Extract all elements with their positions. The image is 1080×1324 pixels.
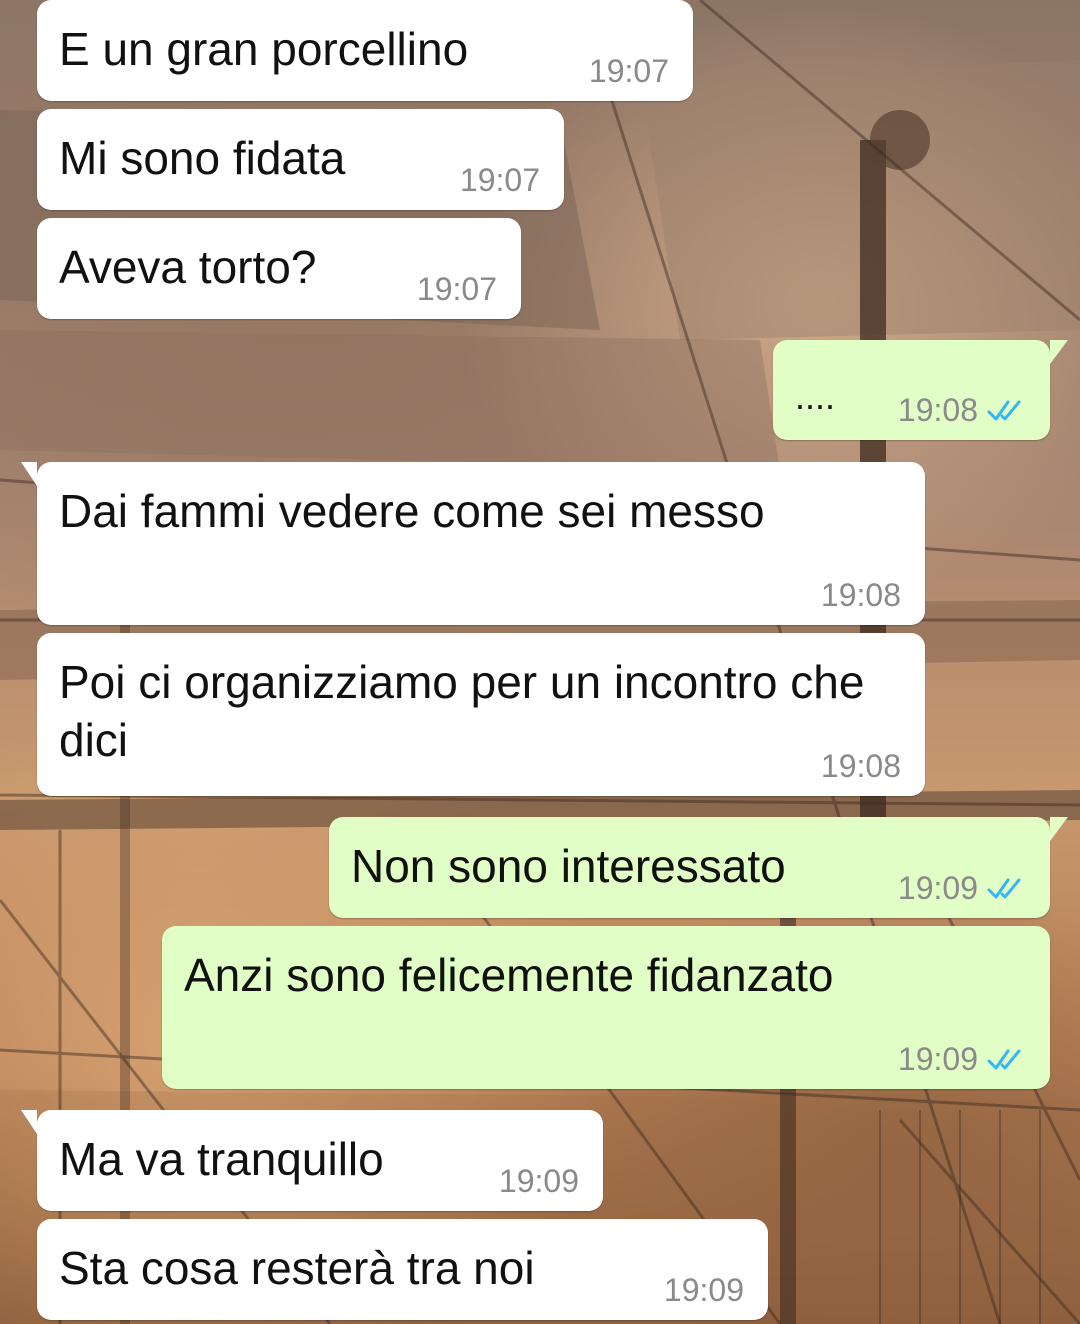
message-bubble-incoming[interactable]: E un gran porcellino 19:07 <box>37 0 693 101</box>
message-text: Anzi sono felicemente fidanzato <box>184 949 834 1001</box>
message-time: 19:07 <box>416 271 497 307</box>
double-check-icon <box>987 400 1021 421</box>
message-meta: 19:08 <box>821 748 901 784</box>
message-text: E un gran porcellino <box>59 23 469 75</box>
message-meta: 19:07 <box>589 53 669 89</box>
message-meta: 19:09 <box>499 1163 579 1199</box>
message-time: 19:07 <box>459 162 540 198</box>
message-time: 19:08 <box>897 392 978 428</box>
message-time: 19:08 <box>820 577 901 613</box>
message-bubble-outgoing[interactable]: Non sono interessato 19:09 <box>329 817 1068 918</box>
message-text: Sta cosa resterà tra noi <box>59 1242 535 1294</box>
message-bubble-incoming[interactable]: Mi sono fidata 19:07 <box>37 109 564 210</box>
message-time: 19:09 <box>663 1272 744 1308</box>
message-meta: 19:09 <box>898 1041 1026 1077</box>
message-time: 19:09 <box>897 1041 978 1077</box>
message-time: 19:09 <box>897 870 978 906</box>
message-meta: 19:08 <box>821 577 901 613</box>
message-bubble-incoming[interactable]: Sta cosa resterà tra noi 19:09 <box>37 1219 768 1320</box>
message-meta: 19:07 <box>417 271 497 307</box>
message-bubble-incoming[interactable]: Aveva torto? 19:07 <box>37 218 521 319</box>
message-bubble-incoming[interactable]: Dai fammi vedere come sei messo 19:08 <box>21 462 925 625</box>
message-time: 19:07 <box>588 53 669 89</box>
message-time: 19:08 <box>820 748 901 784</box>
message-meta: 19:09 <box>898 870 1026 906</box>
message-bubble-outgoing[interactable]: .... 19:08 <box>773 340 1068 440</box>
message-meta: 19:09 <box>664 1272 744 1308</box>
message-bubble-outgoing[interactable]: Anzi sono felicemente fidanzato 19:09 <box>162 926 1050 1089</box>
message-time: 19:09 <box>498 1163 579 1199</box>
double-check-icon <box>987 878 1021 899</box>
double-check-icon <box>987 1049 1021 1070</box>
message-bubble-incoming[interactable]: Poi ci organizziamo per un incontro che … <box>37 633 925 796</box>
message-bubble-incoming[interactable]: Ma va tranquillo 19:09 <box>21 1110 603 1211</box>
message-text: Poi ci organizziamo per un incontro che … <box>59 656 878 766</box>
message-meta: 19:08 <box>898 392 1026 428</box>
message-text: Dai fammi vedere come sei messo <box>59 485 765 537</box>
message-meta: 19:07 <box>460 162 540 198</box>
